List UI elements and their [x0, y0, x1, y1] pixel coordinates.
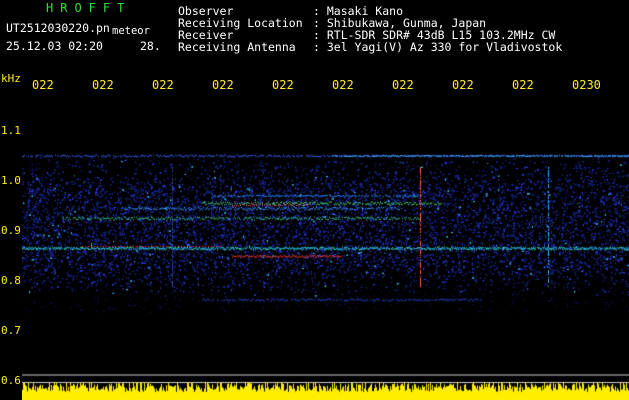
time-tick: 022: [92, 78, 114, 92]
unit-label: kHz: [1, 72, 21, 85]
file-tag: meteor: [112, 25, 150, 37]
app-title: HROFFT: [46, 1, 132, 15]
time-tick: 0230: [572, 78, 601, 92]
freq-label: 0.6: [1, 374, 21, 387]
spectrogram-plot: [22, 98, 629, 400]
time-tick: 022: [212, 78, 234, 92]
header-panel: HROFFT UT2512030220.pn meteor 25.12.03 0…: [0, 0, 629, 72]
freq-label: 0.9: [1, 224, 21, 237]
seconds-value: 28.: [140, 39, 161, 53]
time-tick: 022: [392, 78, 414, 92]
time-tick: 022: [152, 78, 174, 92]
time-tick: 022: [452, 78, 474, 92]
antenna-value: : 3el Yagi(V) Az 330 for Vladivostok: [313, 40, 563, 54]
freq-label: 0.8: [1, 274, 21, 287]
time-axis: 022 022 022 022 022 022 022 022 022 0230: [0, 78, 629, 96]
file-name: UT2512030220.pn: [6, 21, 110, 35]
time-tick: 022: [512, 78, 534, 92]
freq-label: 1.0: [1, 174, 21, 187]
time-tick: 022: [332, 78, 354, 92]
freq-label: 1.1: [1, 124, 21, 137]
frequency-axis: kHz 1.1 1.0 0.9 0.8 0.7 0.6: [0, 72, 22, 400]
freq-label: 0.7: [1, 324, 21, 337]
time-tick: 022: [272, 78, 294, 92]
antenna-label: Receiving Antenna: [178, 40, 296, 54]
timestamp: 25.12.03 02:20: [6, 39, 103, 53]
time-tick: 022: [32, 78, 54, 92]
